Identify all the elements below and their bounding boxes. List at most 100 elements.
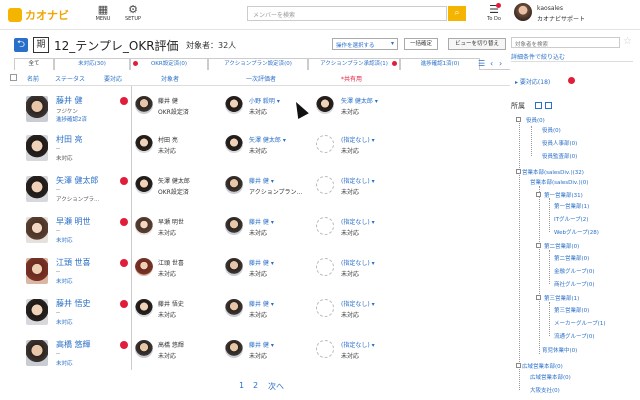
setup-button[interactable]: ⚙ SETUP [118,4,148,23]
tree-item[interactable]: 営業本部(salesDiv.)(0) [530,178,588,186]
star-icon[interactable]: ☆ [623,36,632,47]
member-photo[interactable] [26,340,48,366]
tree-item[interactable]: 第二営業部(0) [554,254,589,262]
rater-name[interactable]: 小野 毅明 ▾ [249,96,280,105]
target-search-input[interactable]: 対象者を検索 [511,37,620,48]
page-link-1[interactable]: 1 [239,381,244,390]
shared-name[interactable]: (指定なし) ▾ [341,340,375,349]
tree-item[interactable]: 流通グループ(0) [554,332,594,340]
shared-name[interactable]: (指定なし) ▾ [341,258,375,267]
menu-button[interactable]: ▦ MENU [88,4,118,23]
member-photo[interactable] [26,217,48,243]
column-header-shared[interactable]: *共有用 [341,74,362,83]
shared-name[interactable]: (指定なし) ▾ [341,176,375,185]
select-all-checkbox[interactable] [10,74,17,81]
table-row[interactable]: 矢澤 健太郎 -- アクションプラ... 矢澤 健太郎 OKR設定済 藤井 健 … [10,172,510,212]
column-header-target[interactable]: 対象者 [161,74,179,83]
tree-toggle-icon[interactable] [536,243,541,248]
member-name[interactable]: 早瀬 明世 [56,216,91,227]
tree-toggle-icon[interactable] [536,295,541,300]
page-link-2[interactable]: 2 [253,381,258,390]
tree-item[interactable]: 役員監査部(0) [542,152,577,160]
tree-item[interactable]: 商社グループ(0) [554,280,594,288]
table-row[interactable]: 早瀬 明世 -- 未対応 早瀬 明世 未対応 藤井 健 ▾ 未対応 (指定なし)… [10,213,510,253]
rater-name[interactable]: 藤井 健 ▾ [249,258,274,267]
member-search-input[interactable]: メンバーを検索 [247,6,447,21]
member-photo[interactable] [26,176,48,202]
user-avatar[interactable] [514,3,532,21]
tree-item[interactable]: 第二営業部(0) [544,242,579,250]
rater-name[interactable]: 藤井 健 ▾ [249,217,274,226]
member-status[interactable]: 進捗確認2済 [56,115,87,123]
member-name[interactable]: 村田 亮 [56,134,83,145]
my-action-filter[interactable]: ▸ 要対応(18) [515,77,550,86]
tree-item[interactable]: 第三営業部(1) [544,294,579,302]
next-page-link[interactable]: 次へ [268,381,284,392]
tree-item[interactable]: 広域営業本部(0) [522,362,563,370]
shared-name[interactable]: 矢澤 健太郎 ▾ [341,96,378,105]
app-logo[interactable]: カオナビ [8,7,69,23]
detail-filter-link[interactable]: 詳細条件で絞り込む [511,52,565,61]
column-header-first-rater[interactable]: 一次評価者 [246,74,276,83]
column-header-my-action[interactable]: 要対応 [104,74,122,83]
operation-select[interactable]: 操作を選択する ▾ [332,38,398,50]
member-name[interactable]: 藤井 悟史 [56,298,91,309]
rater-name[interactable]: 藤井 健 ▾ [249,299,274,308]
tree-item[interactable]: 営業本部(salesDiv.)(32) [522,168,584,176]
member-status[interactable]: 未対応 [56,277,73,285]
table-row[interactable]: 江頭 世喜 -- 未対応 江頭 世喜 未対応 藤井 健 ▾ 未対応 (指定なし)… [10,254,510,294]
member-status[interactable]: 未対応 [56,359,73,367]
member-name[interactable]: 高橋 悠輝 [56,339,91,350]
tab-action-plan-approved[interactable]: アクションプラン承認済(1) [308,58,400,70]
shared-name[interactable]: (指定なし) ▾ [341,135,375,144]
member-photo[interactable] [26,258,48,284]
member-photo[interactable] [26,96,48,122]
tree-item[interactable]: ITグループ(2) [554,215,588,223]
member-photo[interactable] [26,135,48,161]
tree-item[interactable]: 第三営業部(0) [554,306,589,314]
tab-prev-icon[interactable]: ‹ [490,59,493,68]
tree-item[interactable]: 役員人事部(0) [542,139,577,147]
table-row[interactable]: 藤井 健 フジケン 進捗確認2済 藤井 健 OKR設定済 小野 毅明 ▾ 未対応… [10,92,510,132]
column-header-name[interactable]: 名前 [27,74,39,83]
member-status[interactable]: 未対応 [56,236,73,244]
tree-toggle-icon[interactable] [536,192,541,197]
shared-name[interactable]: (指定なし) ▾ [341,299,375,308]
tab-progress-check[interactable]: 進捗確認1済(0) [400,58,480,70]
term-button[interactable]: 期 [33,37,49,53]
tab-okr-set[interactable]: OKR設定済(0) [130,58,208,70]
tree-toggle-icon[interactable] [516,169,521,174]
table-row[interactable]: 高橋 悠輝 -- 未対応 高橋 悠輝 未対応 藤井 健 ▾ 未対応 (指定なし)… [10,336,510,376]
member-name[interactable]: 矢澤 健太郎 [56,175,99,186]
tab-menu-icon[interactable]: ☰ [478,59,485,68]
tab-next-icon[interactable]: › [499,59,502,68]
tab-action-plan-set[interactable]: アクションプラン設定済(0) [208,58,308,70]
tab-all[interactable]: 全て [14,58,54,70]
member-status[interactable]: 未対応 [56,318,73,326]
tree-item[interactable]: Webグループ(28) [554,228,599,236]
rater-name[interactable]: 藤井 健 ▾ [249,176,274,185]
expand-all-icon[interactable] [545,102,552,109]
tree-item[interactable]: 広域営業本部(0) [530,373,571,381]
tree-item[interactable]: 役員(0) [542,126,561,134]
member-name[interactable]: 藤井 健 [56,95,83,106]
tree-item[interactable]: 第一営業部(1) [554,202,589,210]
tab-not-done[interactable]: 未対応(30) [54,58,130,70]
table-row[interactable]: 村田 亮 -- 未対応 村田 亮 未対応 矢澤 健太郎 ▾ 未対応 (指定なし)… [10,131,510,171]
tree-item[interactable]: メーカーグループ(1) [554,319,605,327]
tree-toggle-icon[interactable] [516,117,521,122]
collapse-all-icon[interactable] [535,102,542,109]
member-photo[interactable] [26,299,48,325]
tree-item[interactable]: 第一営業部(31) [544,191,583,199]
switch-view-button[interactable]: ビューを切り替え [448,38,506,50]
tree-item[interactable]: 金融グループ(0) [554,267,594,275]
tree-item[interactable]: 大阪支社(0) [530,386,560,394]
rater-name[interactable]: 矢澤 健太郎 ▾ [249,135,286,144]
confirm-all-button[interactable]: 一括確定 [404,38,438,50]
column-header-status[interactable]: ステータス [55,74,85,83]
back-button[interactable]: ⮌ [14,38,28,52]
tree-item[interactable]: 育児休業中(0) [542,346,577,354]
tree-toggle-icon[interactable] [516,363,521,368]
tree-item[interactable]: 役員(0) [526,116,545,124]
rater-name[interactable]: 藤井 健 ▾ [249,340,274,349]
